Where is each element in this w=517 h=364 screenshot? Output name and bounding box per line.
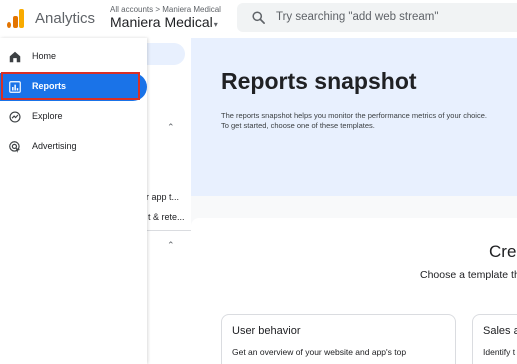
description-line: The reports snapshot helps you monitor t… bbox=[221, 111, 487, 120]
selection-highlight bbox=[1, 72, 140, 100]
app-name: Analytics bbox=[35, 10, 96, 27]
card-title: User behavior bbox=[232, 325, 301, 337]
reports-snapshot-hero: Reports snapshot The reports snapshot he… bbox=[191, 38, 517, 196]
description-line: To get started, choose one of these temp… bbox=[221, 121, 375, 130]
chevron-up-icon[interactable]: ⌃ bbox=[167, 122, 175, 133]
card-title: Sales a bbox=[483, 325, 517, 337]
nav-item-home[interactable]: Home bbox=[0, 43, 147, 71]
page-description: The reports snapshot helps you monitor t… bbox=[221, 111, 487, 131]
caret-down-icon: ▾ bbox=[213, 20, 218, 29]
account-name: Maniera Medical bbox=[110, 14, 213, 30]
subnav-item[interactable]: t & rete... bbox=[148, 212, 185, 222]
subnav-selected-item[interactable] bbox=[147, 43, 185, 65]
account-selector[interactable]: Maniera Medical▾ bbox=[110, 14, 218, 30]
subnav-item[interactable]: r app t... bbox=[147, 192, 179, 202]
nav-item-advertising[interactable]: Advertising bbox=[0, 133, 147, 161]
page-title: Reports snapshot bbox=[221, 68, 417, 94]
nav-item-label: Advertising bbox=[32, 141, 77, 151]
reports-subnav: ⌃ r app t... t & rete... ⌃ bbox=[147, 38, 191, 364]
explore-icon bbox=[9, 111, 21, 123]
chevron-up-icon[interactable]: ⌃ bbox=[167, 240, 175, 251]
nav-item-explore[interactable]: Explore bbox=[0, 103, 147, 131]
account-breadcrumb[interactable]: All accounts > Maniera Medical bbox=[110, 5, 221, 14]
template-card-user-behavior[interactable]: User behavior Get an overview of your we… bbox=[221, 314, 456, 364]
advertising-icon bbox=[9, 141, 21, 153]
search-placeholder: Try searching "add web stream" bbox=[276, 11, 439, 23]
card-text: Identify t bbox=[483, 347, 516, 357]
create-heading: Crea bbox=[489, 242, 517, 261]
search-bar[interactable]: Try searching "add web stream" bbox=[237, 3, 517, 32]
nav-item-label: Explore bbox=[32, 111, 63, 121]
nav-drawer: Home Reports Explore Advertising bbox=[0, 38, 147, 364]
choose-template-text: Choose a template th bbox=[420, 269, 517, 281]
analytics-logo-icon[interactable] bbox=[7, 9, 25, 28]
home-icon bbox=[9, 51, 21, 63]
nav-item-label: Home bbox=[32, 51, 57, 61]
top-app-bar: Analytics All accounts > Maniera Medical… bbox=[0, 0, 517, 38]
card-text: Get an overview of your website and app'… bbox=[232, 347, 407, 357]
divider bbox=[147, 230, 191, 231]
templates-panel: Crea Choose a template th User behavior … bbox=[191, 218, 517, 364]
template-card-sales[interactable]: Sales a Identify t bbox=[472, 314, 517, 364]
search-icon bbox=[252, 11, 265, 24]
